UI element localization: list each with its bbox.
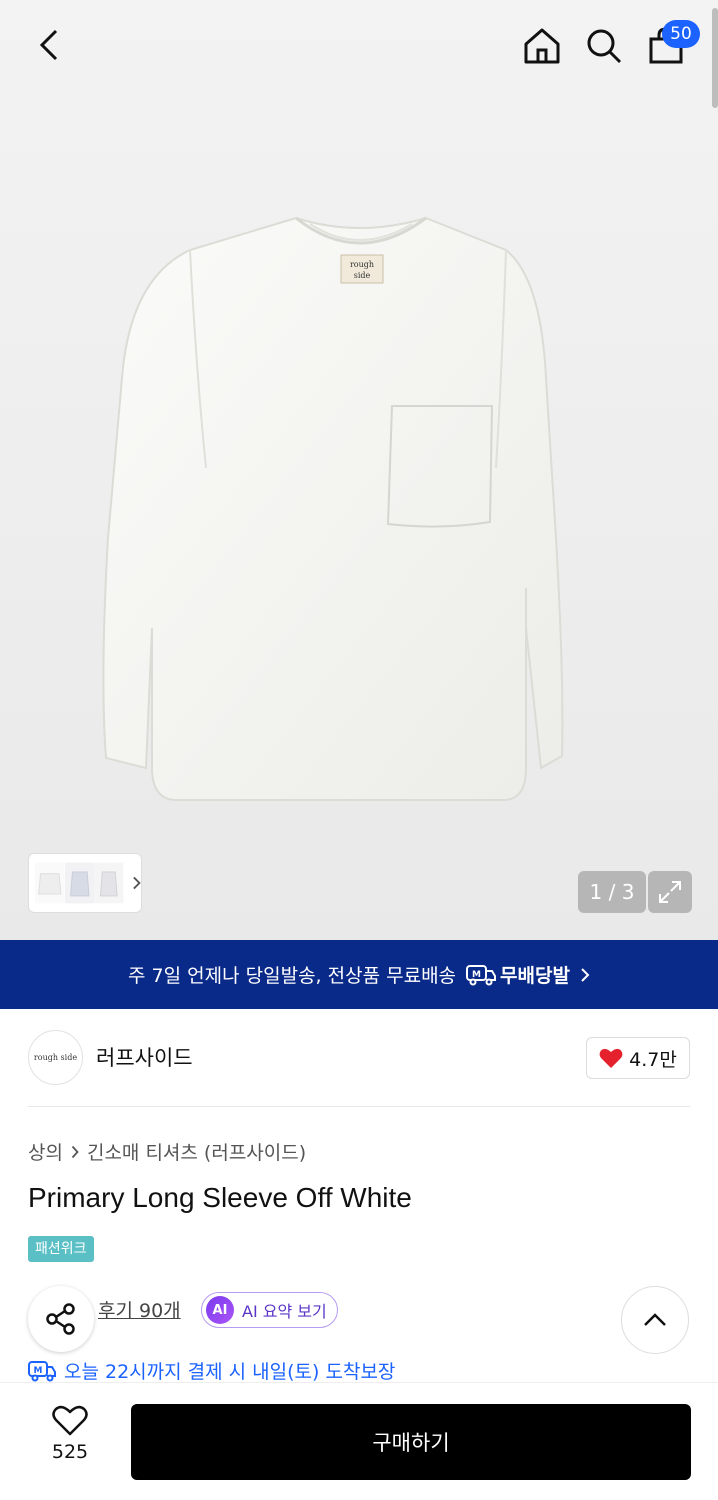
service-label: 무배당발 — [500, 965, 570, 987]
thumbnail-1[interactable] — [35, 861, 65, 905]
service-brand: M 무배당발 — [466, 961, 570, 988]
expand-icon — [659, 881, 681, 903]
thumbnail-2[interactable] — [64, 861, 95, 905]
brand-logo[interactable]: rough side — [28, 1030, 83, 1085]
divider — [28, 1106, 690, 1107]
brand-like-count: 4.7만 — [629, 1048, 677, 1071]
ai-summary-button[interactable]: AI AI 요약 보기 — [201, 1292, 338, 1328]
ai-badge-icon: AI — [206, 1296, 234, 1324]
product-title: Primary Long Sleeve Off White — [28, 1182, 412, 1213]
wishlist-count: 525 — [51, 1441, 89, 1463]
chevron-right-icon — [132, 876, 141, 890]
scroll-top-button[interactable] — [621, 1286, 689, 1354]
label-line2: side — [354, 271, 371, 280]
delivery-guarantee: M 오늘 22시까지 결제 시 내일(토) 도착보장 — [28, 1357, 395, 1384]
banner-text: 주 7일 언제나 당일발송, 전상품 무료배송 — [128, 965, 457, 987]
brand-name[interactable]: 러프사이드 — [96, 1042, 193, 1072]
fashion-week-tag: 패션위크 — [28, 1236, 94, 1262]
delivery-truck-icon: M — [28, 1360, 56, 1381]
home-button[interactable] — [518, 22, 566, 70]
chevron-up-icon — [644, 1313, 666, 1326]
share-button[interactable] — [28, 1286, 94, 1352]
product-image-gallery[interactable]: rough side 1 / 3 — [0, 0, 718, 940]
thumbnail-strip[interactable] — [28, 853, 142, 913]
brand-like-button[interactable]: 4.7만 — [586, 1037, 690, 1079]
product-image: rough side — [102, 216, 564, 801]
delivery-banner[interactable]: 주 7일 언제나 당일발송, 전상품 무료배송 M 무배당발 — [0, 940, 718, 1009]
back-button[interactable] — [26, 22, 72, 68]
expand-button[interactable] — [648, 871, 692, 913]
thumbnail-3[interactable] — [94, 861, 124, 905]
search-button[interactable] — [580, 22, 628, 70]
heart-icon — [599, 1048, 623, 1068]
breadcrumb-item[interactable]: 긴소매 티셔츠 (러프사이드) — [87, 1138, 306, 1165]
ai-summary-label: AI 요약 보기 — [242, 1302, 327, 1321]
brand-row[interactable]: rough side 러프사이드 4.7만 — [28, 1030, 690, 1086]
label-line1: rough — [350, 260, 374, 269]
heart-outline-icon — [52, 1405, 88, 1436]
buy-button[interactable]: 구매하기 — [131, 1404, 691, 1480]
wishlist-button[interactable]: 525 — [38, 1405, 102, 1475]
image-counter: 1 / 3 — [578, 871, 646, 913]
top-navigation-bar: 50 — [0, 0, 718, 92]
home-icon — [524, 28, 560, 64]
chevron-left-icon — [39, 29, 58, 61]
product-page: rough side 1 / 3 50 주 7일 언제나 당일발송, 전상품 무… — [0, 0, 718, 1500]
search-icon — [587, 29, 622, 64]
svg-text:M: M — [34, 1366, 43, 1376]
cart-count-badge: 50 — [662, 20, 700, 48]
svg-text:M: M — [472, 970, 481, 980]
share-icon — [46, 1303, 75, 1335]
bottom-action-bar: 525 구매하기 — [0, 1382, 718, 1500]
breadcrumb-item[interactable]: 상의 — [28, 1138, 63, 1165]
delivery-truck-icon: M — [466, 964, 497, 985]
delivery-note: 오늘 22시까지 결제 시 내일(토) 도착보장 — [64, 1361, 396, 1383]
review-link[interactable]: 후기 90개 — [98, 1296, 181, 1323]
chevron-right-icon — [581, 967, 590, 982]
chevron-right-icon — [71, 1145, 79, 1158]
breadcrumb: 상의 긴소매 티셔츠 (러프사이드) — [28, 1138, 306, 1165]
